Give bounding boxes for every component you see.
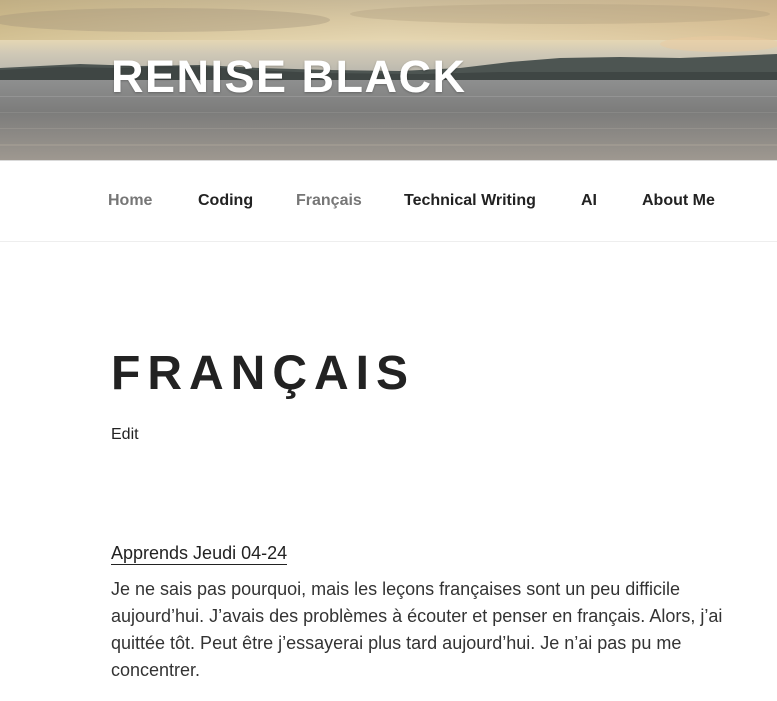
main-navigation: Home Coding Français Technical Writing A…: [0, 160, 777, 242]
nav-item-about-me[interactable]: About Me: [642, 192, 715, 210]
nav-item-francais[interactable]: Français: [296, 192, 362, 210]
nav-item-home[interactable]: Home: [108, 192, 152, 210]
edit-link[interactable]: Edit: [111, 426, 139, 444]
post-excerpt: Je ne sais pas pourquoi, mais les leçons…: [111, 579, 723, 680]
nav-item-ai[interactable]: AI: [581, 192, 597, 210]
post-title-link[interactable]: Apprends Jeudi 04-24: [111, 543, 288, 565]
site-header: RENISE BLACK: [0, 0, 777, 160]
nav-item-coding[interactable]: Coding: [198, 192, 253, 210]
nav-item-technical-writing[interactable]: Technical Writing: [404, 192, 536, 210]
site-title[interactable]: RENISE BLACK: [111, 54, 467, 99]
page-title: FRANÇAIS: [111, 347, 415, 400]
